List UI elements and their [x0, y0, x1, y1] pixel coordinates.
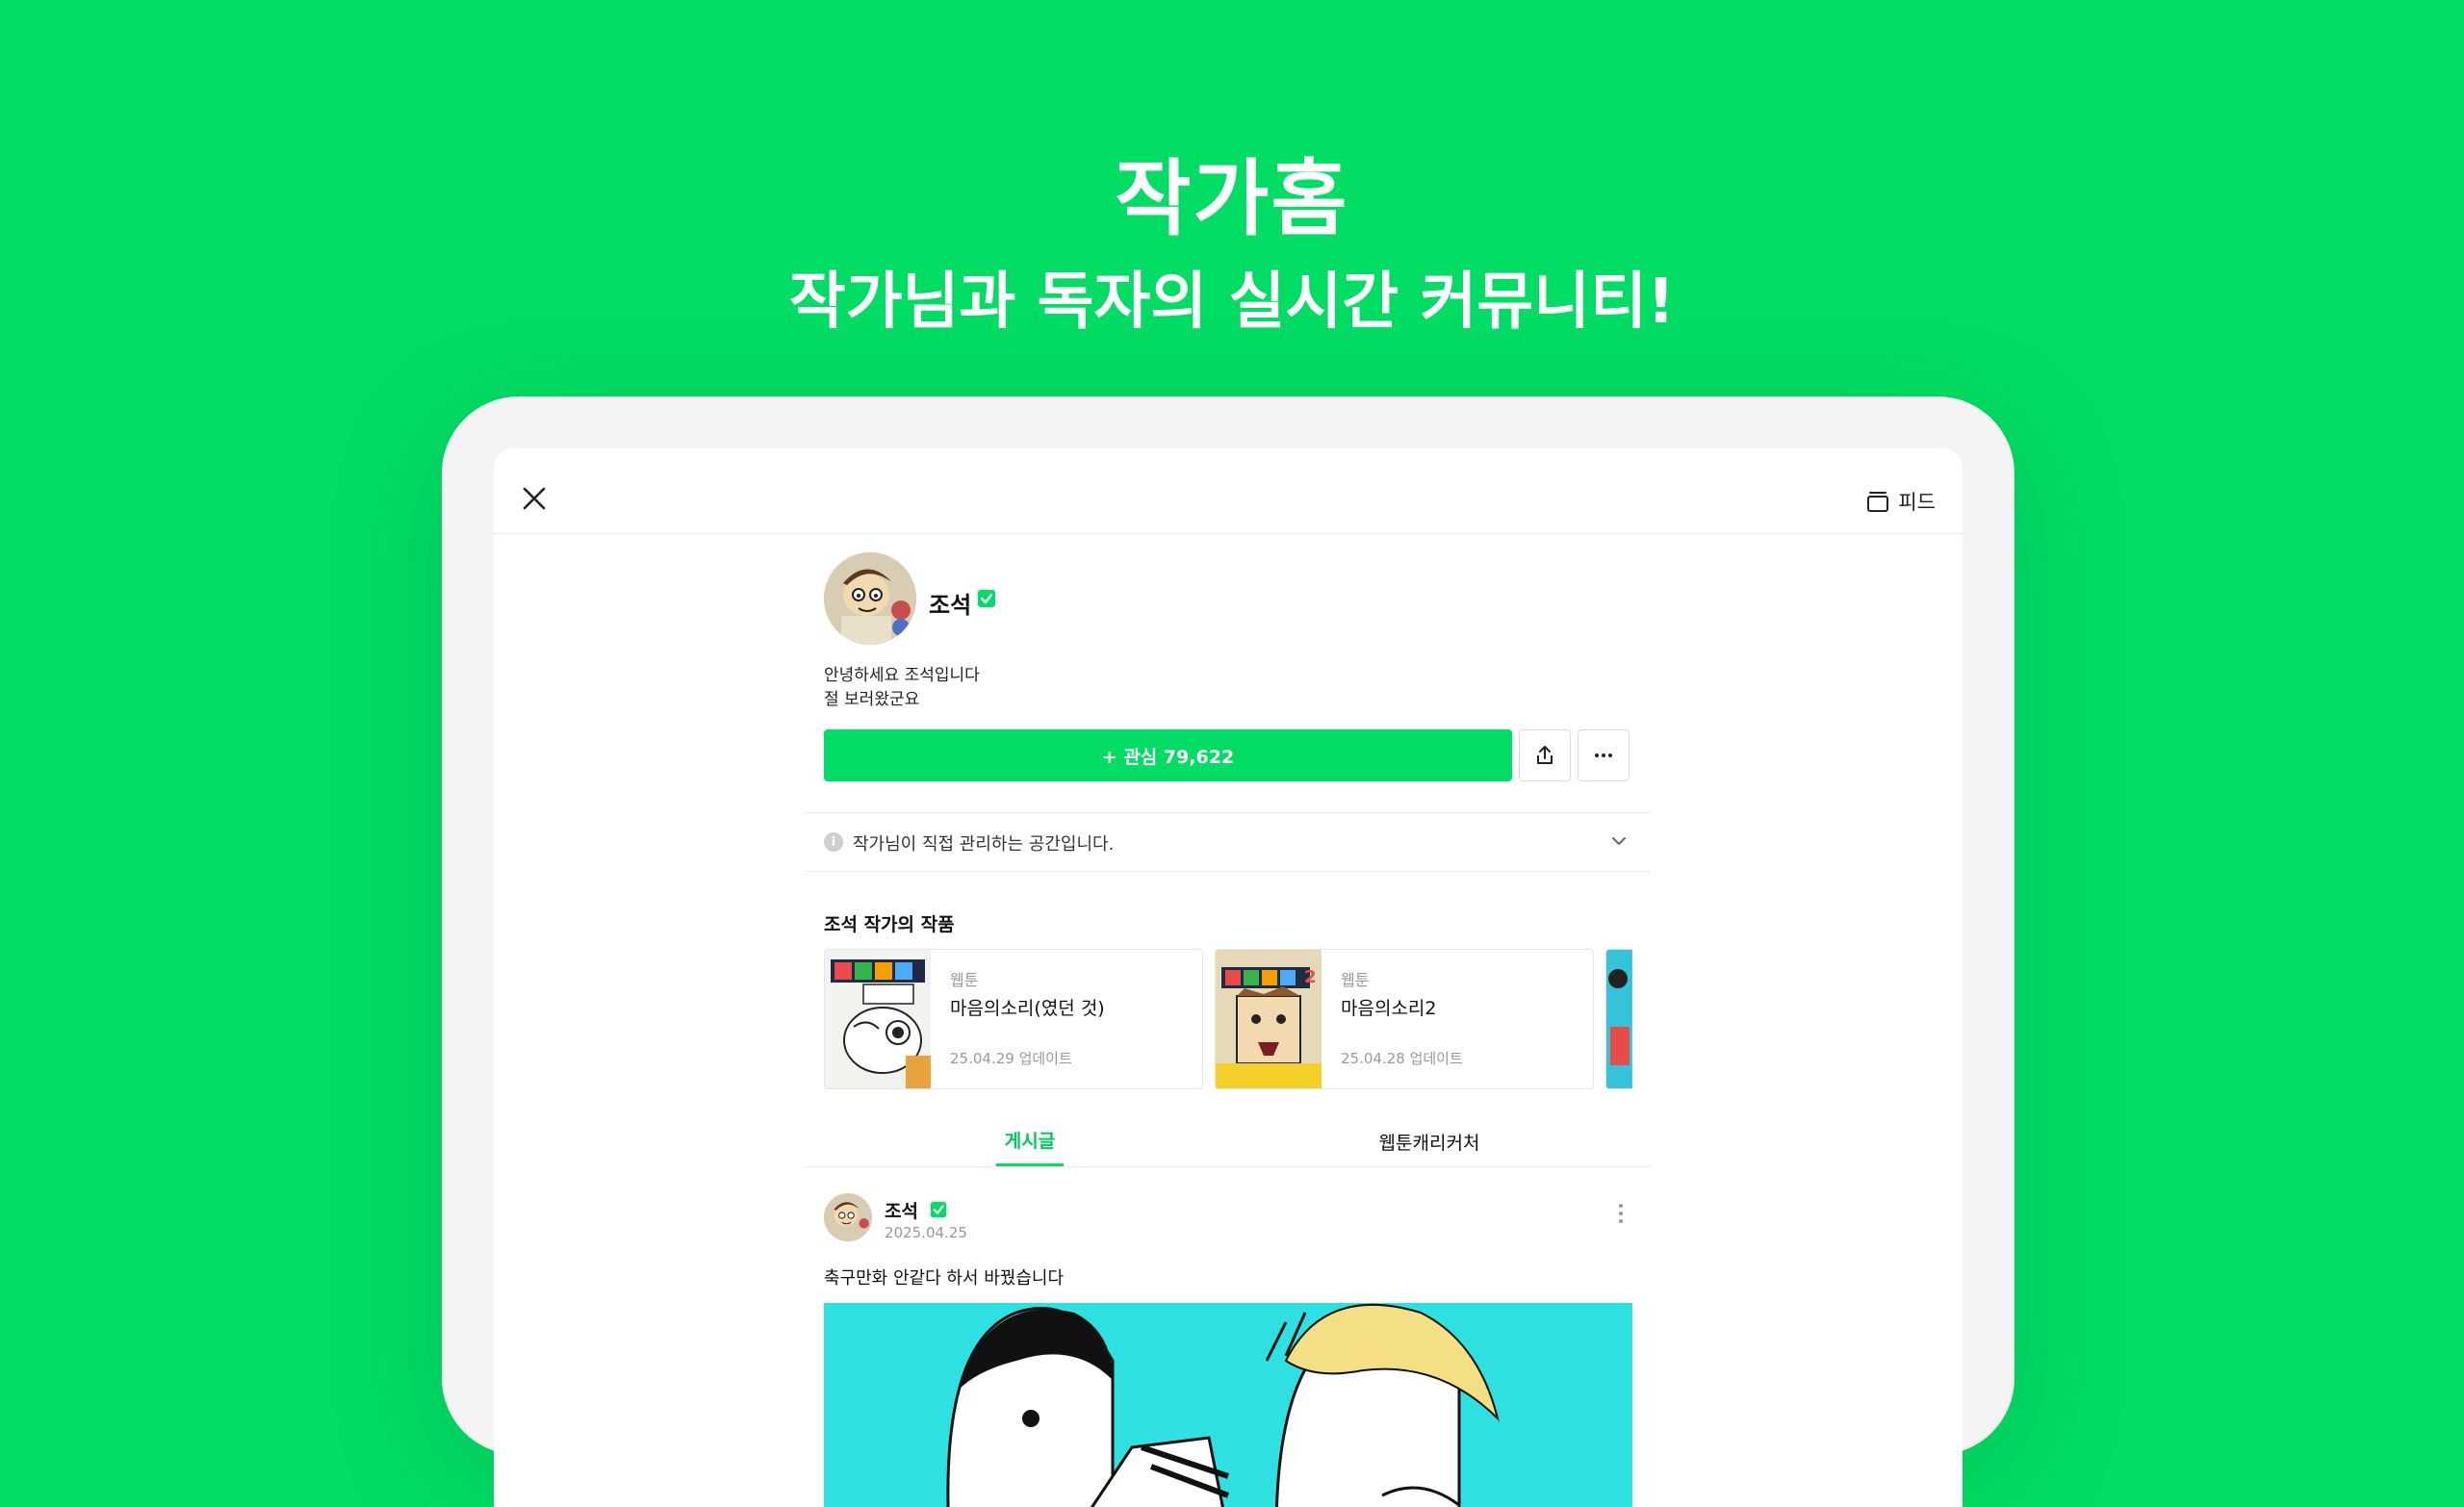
work-thumbnail: [1606, 950, 1632, 1088]
more-icon: [1595, 754, 1612, 757]
author-home-content: 조석 안녕하세요 조석입니다 절 보러왔군요 + 관심 79,622 i 작가님…: [804, 533, 1651, 1507]
more-button[interactable]: [1578, 729, 1630, 781]
author-name: 조석: [929, 592, 972, 619]
notice-bar[interactable]: i 작가님이 직접 관리하는 공간입니다.: [804, 812, 1651, 872]
top-bar: 피드: [494, 448, 1963, 534]
bio-line: 절 보러왔군요: [824, 690, 920, 709]
work-update-date: 25.04.28 업데이트: [1341, 1050, 1463, 1067]
works-section-title: 조석 작가의 작품: [824, 914, 955, 935]
works-carousel: 웹툰 마음의소리(였던 것) 25.04.29 업데이트 2 웹툰 마음의소리2…: [824, 949, 1632, 1089]
verified-badge-icon: [978, 590, 995, 607]
kebab-menu-icon[interactable]: [1616, 1201, 1626, 1226]
promo-title: 작가홈: [1115, 151, 1349, 247]
work-thumbnail: 2: [1216, 950, 1322, 1088]
info-icon: i: [824, 832, 843, 852]
post-date: 2025.04.25: [885, 1224, 967, 1241]
author-bio: 안녕하세요 조석입니다 절 보러왔군요: [824, 664, 980, 712]
close-icon: [523, 487, 546, 510]
work-thumbnail: [825, 950, 931, 1088]
work-card-partial[interactable]: [1605, 949, 1632, 1089]
author-avatar[interactable]: [824, 552, 916, 645]
work-title: 마음의소리2: [1341, 998, 1437, 1019]
feed-button[interactable]: 피드: [1865, 487, 1936, 516]
tab-posts[interactable]: 게시글: [996, 1116, 1064, 1166]
tab-caricature[interactable]: 웹툰캐리커처: [1372, 1116, 1487, 1166]
notice-text: 작가님이 직접 관리하는 공간입니다.: [853, 834, 1115, 855]
tablet-frame: 피드 조석 안녕하세요 조석입니다 절 보러왔군요 + 관심 79,622 i …: [442, 396, 2015, 1507]
close-button[interactable]: [517, 481, 552, 516]
work-type: 웹툰: [950, 971, 979, 989]
post-image[interactable]: [824, 1303, 1632, 1507]
follow-button[interactable]: + 관심 79,622: [824, 729, 1512, 781]
work-card[interactable]: 2 웹툰 마음의소리2 25.04.28 업데이트: [1215, 949, 1594, 1089]
promo-subtitle: 작가님과 독자의 실시간 커뮤니티!: [788, 267, 1676, 338]
share-button[interactable]: [1519, 729, 1571, 781]
app-screen: 피드 조석 안녕하세요 조석입니다 절 보러왔군요 + 관심 79,622 i …: [494, 448, 1963, 1507]
bio-line: 안녕하세요 조석입니다: [824, 666, 980, 685]
post-author-avatar[interactable]: [824, 1193, 872, 1241]
svg-text:2: 2: [1304, 967, 1317, 987]
verified-badge-icon: [930, 1201, 947, 1218]
work-card[interactable]: 웹툰 마음의소리(였던 것) 25.04.29 업데이트: [824, 949, 1203, 1089]
content-tabs: 게시글 웹툰캐리커처: [804, 1116, 1651, 1167]
work-type: 웹툰: [1341, 971, 1370, 989]
share-icon: [1537, 746, 1553, 764]
post-author-name: 조석: [885, 1201, 918, 1222]
chevron-down-icon: [1612, 837, 1626, 845]
work-title: 마음의소리(였던 것): [950, 998, 1105, 1019]
feed-label: 피드: [1898, 491, 1936, 514]
work-update-date: 25.04.29 업데이트: [950, 1050, 1072, 1067]
stack-icon: [1867, 492, 1889, 512]
post-body: 축구만화 안같다 하서 바꿨습니다: [824, 1268, 1065, 1289]
